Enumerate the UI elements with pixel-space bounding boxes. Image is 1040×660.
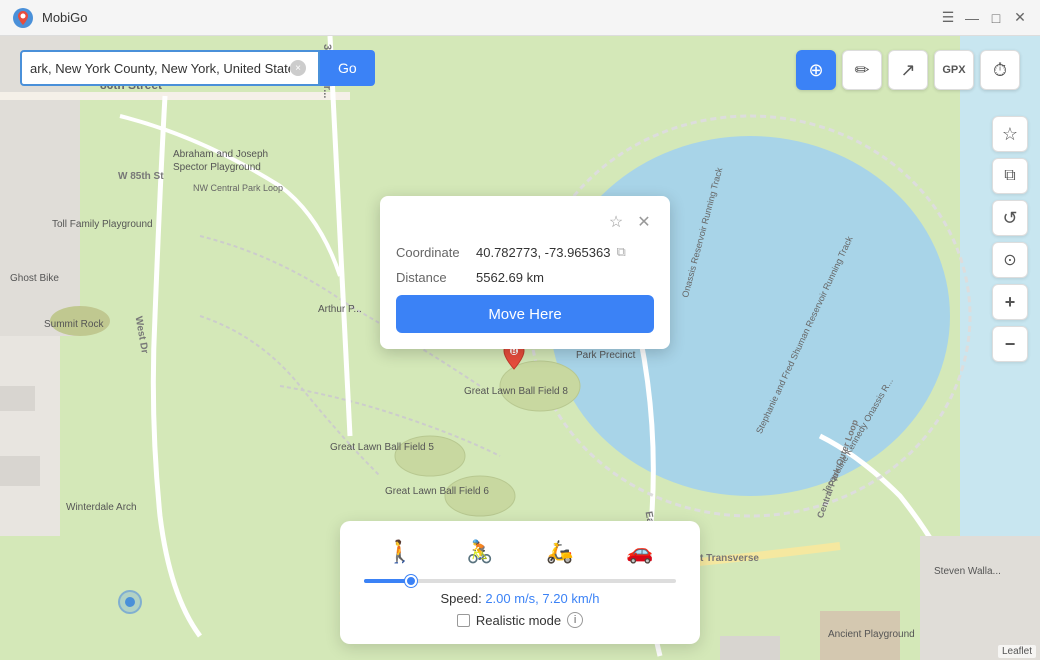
title-bar: MobiGo ☰ — □ ✕ xyxy=(0,0,1040,36)
copy-coordinate-button[interactable]: ⧉ xyxy=(616,244,625,260)
menu-button[interactable]: ☰ xyxy=(940,10,956,26)
walk-icon: 🚶 xyxy=(386,539,413,565)
search-bar: × Go xyxy=(20,50,375,86)
title-bar-left: MobiGo xyxy=(12,7,88,29)
cycle-icon: 🚴 xyxy=(466,539,493,565)
popup-close-button[interactable]: ✕ xyxy=(634,212,654,232)
cycle-mode-button[interactable]: 🚴 xyxy=(458,535,501,569)
speed-slider-container[interactable] xyxy=(360,579,680,583)
route-icon: ✏ xyxy=(854,60,869,81)
search-input-wrap[interactable]: × xyxy=(20,50,320,86)
walk-mode-button[interactable]: 🚶 xyxy=(378,535,421,569)
minimize-button[interactable]: — xyxy=(964,10,980,26)
layers-icon: ⧉ xyxy=(1004,167,1015,185)
moped-mode-button[interactable]: 🛵 xyxy=(538,535,581,569)
share-icon: ↗ xyxy=(900,60,915,81)
favorite-button[interactable]: ☆ xyxy=(992,116,1028,152)
search-input[interactable] xyxy=(30,61,290,76)
car-icon: 🚗 xyxy=(626,539,653,565)
locate-icon: ⊙ xyxy=(1003,250,1016,270)
speed-slider-thumb[interactable] xyxy=(405,575,417,587)
star-icon: ☆ xyxy=(1002,124,1018,145)
teleport-icon: ⊕ xyxy=(808,60,823,81)
distance-value: 5562.69 km xyxy=(476,270,544,285)
minus-icon: − xyxy=(1005,334,1016,355)
distance-row: Distance 5562.69 km xyxy=(396,270,654,285)
plus-icon: + xyxy=(1005,292,1016,313)
speed-label: Speed: xyxy=(441,591,486,606)
history-icon: ⏱ xyxy=(993,60,1007,81)
locate-button[interactable]: ⊙ xyxy=(992,242,1028,278)
transport-icons: 🚶 🚴 🛵 🚗 xyxy=(360,535,680,569)
teleport-button[interactable]: ⊕ xyxy=(796,50,836,90)
app-title: MobiGo xyxy=(42,10,88,25)
window-controls: ☰ — □ ✕ xyxy=(940,10,1028,26)
route-button[interactable]: ✏ xyxy=(842,50,882,90)
go-button[interactable]: Go xyxy=(320,50,375,86)
coordinate-text: 40.782773, -73.965363 xyxy=(476,245,610,260)
distance-label: Distance xyxy=(396,270,476,285)
popup-favorite-button[interactable]: ☆ xyxy=(606,212,626,232)
realistic-info-button[interactable]: i xyxy=(567,612,583,628)
layers-button[interactable]: ⧉ xyxy=(992,158,1028,194)
speed-value: 2.00 m/s, 7.20 km/h xyxy=(485,591,599,606)
maximize-button[interactable]: □ xyxy=(988,10,1004,26)
speed-slider[interactable] xyxy=(364,579,676,583)
share-button[interactable]: ↗ xyxy=(888,50,928,90)
moped-icon: 🛵 xyxy=(546,539,573,565)
zoom-in-button[interactable]: + xyxy=(992,284,1028,320)
app-logo-icon xyxy=(12,7,34,29)
speed-display: Speed: 2.00 m/s, 7.20 km/h xyxy=(360,591,680,606)
reset-icon: ↺ xyxy=(1002,208,1017,229)
gpx-label: GPX xyxy=(942,64,965,76)
coordinate-value: 40.782773, -73.965363 ⧉ xyxy=(476,244,626,260)
leaflet-attribution: Leaflet xyxy=(998,645,1036,658)
popup-header: ☆ ✕ xyxy=(396,212,654,232)
coordinate-row: Coordinate 40.782773, -73.965363 ⧉ xyxy=(396,244,654,260)
gpx-button[interactable]: GPX xyxy=(934,50,974,90)
right-toolbar: ☆ ⧉ ↺ ⊙ + − xyxy=(992,116,1028,362)
history-button[interactable]: ⏱ xyxy=(980,50,1020,90)
speed-slider-fill xyxy=(364,579,411,583)
realistic-mode-checkbox[interactable] xyxy=(457,614,470,627)
zoom-out-button[interactable]: − xyxy=(992,326,1028,362)
realistic-mode-label: Realistic mode xyxy=(476,613,561,628)
realistic-mode-row: Realistic mode i xyxy=(360,612,680,628)
close-button[interactable]: ✕ xyxy=(1012,10,1028,26)
current-position-marker xyxy=(118,590,142,614)
car-mode-button[interactable]: 🚗 xyxy=(618,535,661,569)
location-popup: ☆ ✕ Coordinate 40.782773, -73.965363 ⧉ D… xyxy=(380,196,670,349)
transport-panel: 🚶 🚴 🛵 🚗 Speed: 2.00 m/s, 7.20 km/h xyxy=(340,521,700,644)
coordinate-label: Coordinate xyxy=(396,245,476,260)
map-toolbar: ⊕ ✏ ↗ GPX ⏱ xyxy=(796,50,1020,90)
search-clear-button[interactable]: × xyxy=(290,60,306,76)
move-here-button[interactable]: Move Here xyxy=(396,295,654,333)
reset-button[interactable]: ↺ xyxy=(992,200,1028,236)
map-container[interactable]: 86th Street Abraham and JosephSpector Pl… xyxy=(0,36,1040,660)
